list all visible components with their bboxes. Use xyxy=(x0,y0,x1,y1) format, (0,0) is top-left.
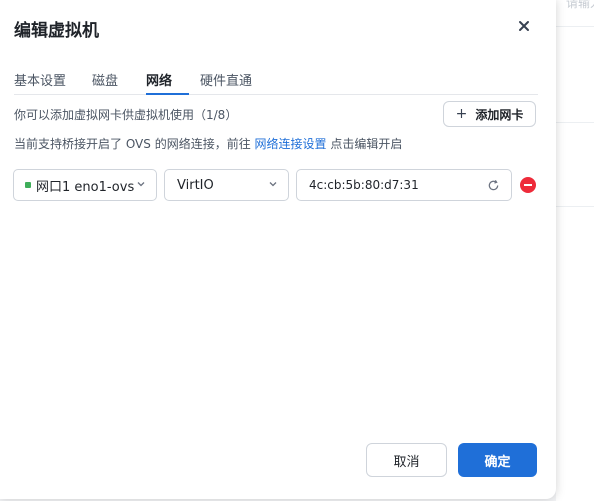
tab-hardware-passthrough[interactable]: 硬件直通 xyxy=(200,70,252,89)
ovs-hint: 当前支持桥接开启了 OVS 的网络连接，前往 网络连接设置 点击编辑开启 xyxy=(14,135,402,152)
network-settings-link[interactable]: 网络连接设置 xyxy=(255,137,327,151)
nic-count-hint: 你可以添加虚拟网卡供虚拟机使用（1/8） xyxy=(14,108,238,122)
dialog-title: 编辑虚拟机 xyxy=(14,21,99,41)
tab-bar: 基本设置 磁盘 网络 硬件直通 xyxy=(14,70,538,95)
background-search-hint: 请输入搜 xyxy=(566,0,594,10)
model-value: VirtIO xyxy=(177,177,214,193)
interface-value: 网口1 eno1-ovs xyxy=(36,179,135,195)
tab-disk[interactable]: 磁盘 xyxy=(92,70,118,89)
tab-network[interactable]: 网络 xyxy=(146,70,172,89)
plus-icon: + xyxy=(455,106,468,122)
cancel-button[interactable]: 取消 xyxy=(366,443,447,477)
background-panel: 请输入搜 xyxy=(556,0,594,501)
ovs-hint-prefix: 当前支持桥接开启了 OVS 的网络连接，前往 xyxy=(14,137,251,151)
mac-address-input[interactable]: 4c:cb:5b:80:d7:31 xyxy=(296,169,512,201)
chevron-down-icon xyxy=(137,182,145,187)
background-divider xyxy=(556,26,594,27)
ovs-hint-suffix: 点击编辑开启 xyxy=(330,137,403,151)
background-divider xyxy=(556,206,594,207)
model-select[interactable]: VirtIO xyxy=(164,169,289,201)
status-dot xyxy=(25,182,31,188)
chevron-down-icon xyxy=(269,182,277,187)
add-nic-label: 添加网卡 xyxy=(475,107,524,122)
background-divider xyxy=(556,122,594,123)
remove-icon[interactable] xyxy=(520,177,536,193)
mac-address-value: 4c:cb:5b:80:d7:31 xyxy=(309,178,419,192)
refresh-icon[interactable] xyxy=(487,179,500,192)
close-button[interactable] xyxy=(514,16,534,36)
tab-basic-settings[interactable]: 基本设置 xyxy=(14,70,66,89)
edit-vm-dialog: 编辑虚拟机 基本设置 磁盘 网络 硬件直通 你可以添加虚拟网卡供虚拟机使用（1/… xyxy=(0,0,556,499)
close-icon xyxy=(519,21,529,31)
confirm-button[interactable]: 确定 xyxy=(458,443,537,477)
active-tab-indicator xyxy=(146,93,189,95)
interface-select[interactable]: 网口1 eno1-ovs xyxy=(13,169,157,201)
add-nic-button[interactable]: + 添加网卡 xyxy=(443,101,536,127)
